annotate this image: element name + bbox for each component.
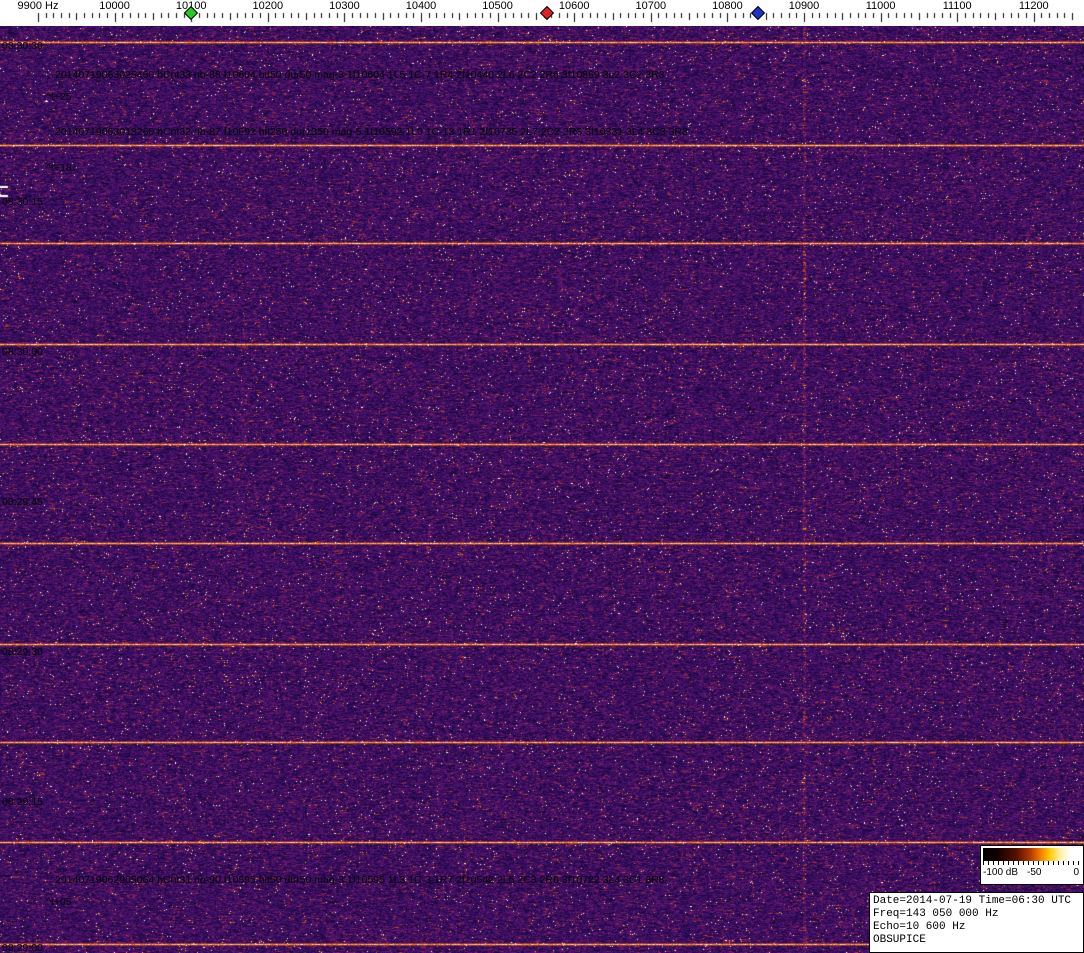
freq-tick-label: 10900 [788,0,820,12]
intensity-legend: -100 dB -50 0 [980,845,1084,885]
time-tick-label: 08:30:30 [2,40,43,52]
freq-tick-label: 11100 [942,0,972,12]
legend-max-label: 0 [1073,867,1079,878]
time-tick-label: 08:30:15 [2,196,43,208]
legend-mid-label: -50 [1027,867,1042,878]
time-tick-label: 08:30:00 [2,346,43,358]
info-frequency: Freq=143 050 000 Hz [873,908,999,920]
freq-tick-label: 9900 Hz [17,0,59,12]
info-station: OBSUPICE [873,934,926,946]
freq-tick-label: 10400 [405,0,437,12]
info-echo: Echo=10 600 Hz [873,921,966,933]
time-tick-label: 08:29:00 [2,942,43,953]
spectrogram-waterfall[interactable] [0,26,1084,953]
freq-tick-label: 10600 [558,0,590,12]
detection-annotation: ^t+05 [46,896,72,908]
freq-tick-label: 11200 [1018,0,1049,12]
detection-annotation: ^t+18 [46,162,72,174]
freq-tick-label: 10500 [482,0,513,12]
time-tick-label: 08:29:45 [2,496,43,508]
info-date-time: Date=2014-07-19 Time=06:30 UTC [873,895,1072,907]
frequency-axis: 9900 Hz100001010010200103001040010500106… [0,0,1084,26]
station-info-box: Date=2014-07-19 Time=06:30 UTC Freq=143 … [869,892,1084,953]
detection-annotation: 20140719062905064 hCnt31 nb-90 f10595 hi… [55,874,665,886]
time-tick-label: 08:29:15 [2,796,43,808]
intensity-ruler-ticks [983,861,1081,865]
detection-annotation: 20140719063018260 hCnt32 nb-87 f10592 hi… [55,126,688,138]
freq-tick-label: 10300 [329,0,360,12]
freq-tick-label: 11000 [865,0,896,12]
freq-tick-label: 10700 [635,0,667,12]
detection-annotation: 20140719063025460 hCnt33 nb-88 f10604 hi… [55,69,665,81]
legend-min-label: -100 dB [983,867,1019,878]
freq-tick-label: 10000 [99,0,130,12]
intensity-gradient-bar [983,848,1081,861]
time-tick-label: 08:29:30 [2,646,43,658]
freq-tick-label: 10200 [252,0,284,12]
freq-tick-label: 10800 [712,0,743,12]
detection-annotation: ^t+25 [46,91,72,103]
spectrogram-screen: 9900 Hz100001010010200103001040010500106… [0,0,1084,953]
